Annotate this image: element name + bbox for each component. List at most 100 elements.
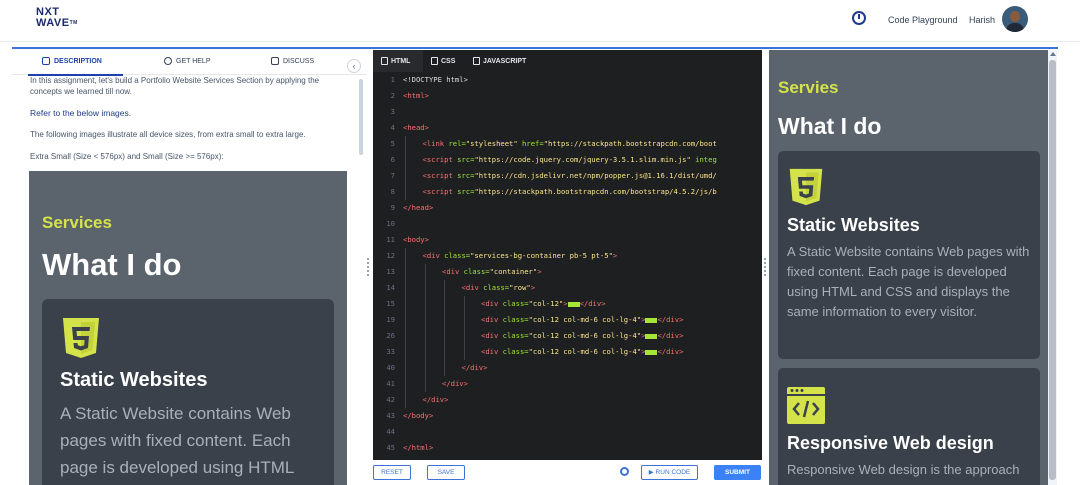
code-token: "https://cdn.jsdelivr.net/npm/popper.js@… <box>474 171 717 180</box>
code-token: <div <box>442 267 464 276</box>
settings-gear-icon[interactable] <box>620 467 629 476</box>
logo-line2: WAVE <box>36 17 70 29</box>
indent-guide <box>424 312 426 328</box>
tab-css-label: CSS <box>441 57 456 65</box>
scrollbar-thumb[interactable] <box>1049 60 1056 480</box>
code-line[interactable]: 2 <html> <box>373 88 762 104</box>
output-scrollbar[interactable] <box>1048 50 1057 485</box>
submit-button[interactable]: SUBMIT <box>714 465 761 480</box>
reset-button[interactable]: RESET <box>373 465 411 480</box>
run-code-button[interactable]: ▶ RUN CODE <box>641 465 698 480</box>
code-playground-link[interactable]: Code Playground <box>888 15 958 25</box>
code-token: </div> <box>442 379 468 388</box>
code-line[interactable]: 1 <!DOCTYPE html> <box>373 72 762 88</box>
line-content: <div class="col-12 col-md-6 col-lg-4"> </… <box>481 344 683 360</box>
timer-icon[interactable] <box>852 11 866 25</box>
preview-card: Static Websites A Static Website contain… <box>42 299 334 485</box>
code-line[interactable]: 13 <div class="container"> <box>373 264 762 280</box>
line-content: <!DOCTYPE html> <box>403 72 468 88</box>
code-line[interactable]: 4 <head> <box>373 120 762 136</box>
line-content: </div> <box>442 376 468 392</box>
html5-icon <box>63 318 99 358</box>
indent-guide <box>405 392 406 408</box>
preview-card-title: Static Websites <box>60 369 208 391</box>
code-line[interactable]: 19 <div class="col-12 col-md-6 col-lg-4">… <box>373 312 762 328</box>
tab-get-help[interactable]: GET HELP <box>164 57 211 65</box>
code-line[interactable]: 12 <div class="services-bg-container pb-5… <box>373 248 762 264</box>
folded-code-marker[interactable] <box>645 333 658 339</box>
code-line[interactable]: 6 <script src="https://code.jquery.com/jq… <box>373 152 762 168</box>
line-content: </body> <box>403 408 433 424</box>
code-token: class= <box>463 267 490 276</box>
code-line[interactable]: 9 </head> <box>373 200 762 216</box>
code-token: class= <box>502 299 529 308</box>
description-sizes: The following images illustrate all devi… <box>30 130 306 139</box>
code-token: rel= <box>448 139 466 148</box>
tab-description[interactable]: DESCRIPTION <box>42 57 102 65</box>
line-number: 45 <box>386 443 395 452</box>
code-token: integ <box>690 155 717 164</box>
code-token: <script <box>422 187 458 196</box>
description-scrollbar[interactable] <box>359 79 363 155</box>
code-area[interactable]: 1 <!DOCTYPE html> 2 <html> 3 4 <head> 5 <link re… <box>373 72 762 460</box>
preview-tag: Services <box>42 213 112 232</box>
nxtwave-logo[interactable]: NXT WAVETM <box>36 7 78 29</box>
tab-javascript[interactable]: JAVASCRIPT <box>473 57 526 65</box>
code-token: </div> <box>657 331 684 340</box>
indent-guide <box>444 360 445 376</box>
code-token: src= <box>457 155 475 164</box>
description-refer: Refer to the below images. <box>30 108 132 118</box>
indent-guide <box>424 280 426 296</box>
avatar[interactable] <box>1002 6 1028 32</box>
tab-css[interactable]: CSS <box>431 57 455 65</box>
right-resize-handle[interactable] <box>764 258 767 276</box>
avatar-body <box>1006 23 1024 32</box>
code-line[interactable]: 7 <script src="https://cdn.jsdelivr.net/n… <box>373 168 762 184</box>
code-token: "col-12 col-md-6 col-lg-4" <box>528 347 642 356</box>
code-line[interactable]: 42 </div> <box>373 392 762 408</box>
save-button[interactable]: SAVE <box>427 465 465 480</box>
code-line[interactable]: 44 <box>373 424 762 440</box>
folded-code-marker[interactable] <box>645 349 658 355</box>
indent-guide <box>405 376 406 392</box>
code-line[interactable]: 43 </body> <box>373 408 762 424</box>
line-content: <div class="services-bg-container pb-5 p… <box>423 248 618 264</box>
top-bar: NXT WAVETM Code Playground Harish <box>0 0 1080 42</box>
folded-code-marker[interactable] <box>567 301 580 307</box>
code-token: <div <box>481 315 503 324</box>
code-line[interactable]: 15 <div class="col-12"> </div> <box>373 296 762 312</box>
tab-javascript-label: JAVASCRIPT <box>483 57 527 65</box>
folded-code-marker[interactable] <box>645 317 658 323</box>
code-token: </div> <box>461 363 488 372</box>
indent-guide <box>405 312 406 328</box>
code-line[interactable]: 3 <box>373 104 762 120</box>
indent-guide <box>405 248 406 264</box>
line-number: 14 <box>386 283 395 292</box>
code-line[interactable]: 45 </html> <box>373 440 762 456</box>
collapse-panel-button[interactable]: ‹ <box>347 59 361 73</box>
tab-html[interactable]: HTML <box>381 57 410 65</box>
code-line[interactable]: 41 </div> <box>373 376 762 392</box>
code-line[interactable]: 5 <link rel="stylesheet" href="https://st… <box>373 136 762 152</box>
indent-guide <box>405 168 406 184</box>
indent-guide <box>424 344 426 360</box>
line-number: 43 <box>386 411 395 420</box>
code-editor: HTML CSS JAVASCRIPT 1 <!DOCTYPE html> 2 <ht… <box>373 50 762 460</box>
code-line[interactable]: 26 <div class="col-12 col-md-6 col-lg-4">… <box>373 328 762 344</box>
code-line[interactable]: 40 </div> <box>373 360 762 376</box>
scroll-up-arrow-icon[interactable] <box>1050 52 1056 56</box>
code-line[interactable]: 10 <box>373 216 762 232</box>
user-name[interactable]: Harish <box>969 15 995 25</box>
code-line[interactable]: 8 <script src="https://stackpath.bootstra… <box>373 184 762 200</box>
code-line[interactable]: 11 <body> <box>373 232 762 248</box>
code-line[interactable]: 33 <div class="col-12 col-md-6 col-lg-4">… <box>373 344 762 360</box>
line-number: 1 <box>390 75 395 84</box>
tab-discuss[interactable]: DISCUSS <box>271 57 314 65</box>
line-content: <body> <box>403 232 429 248</box>
editor-actions: RESET SAVE ▶ RUN CODE SUBMIT <box>373 462 762 485</box>
left-resize-handle[interactable] <box>367 258 370 276</box>
code-line[interactable]: 14 <div class="row"> <box>373 280 762 296</box>
code-token: "row" <box>509 283 531 292</box>
code-token: "https://stackpath.bootstrapcdn.com/boot <box>543 139 717 148</box>
indent-guide <box>444 296 445 312</box>
